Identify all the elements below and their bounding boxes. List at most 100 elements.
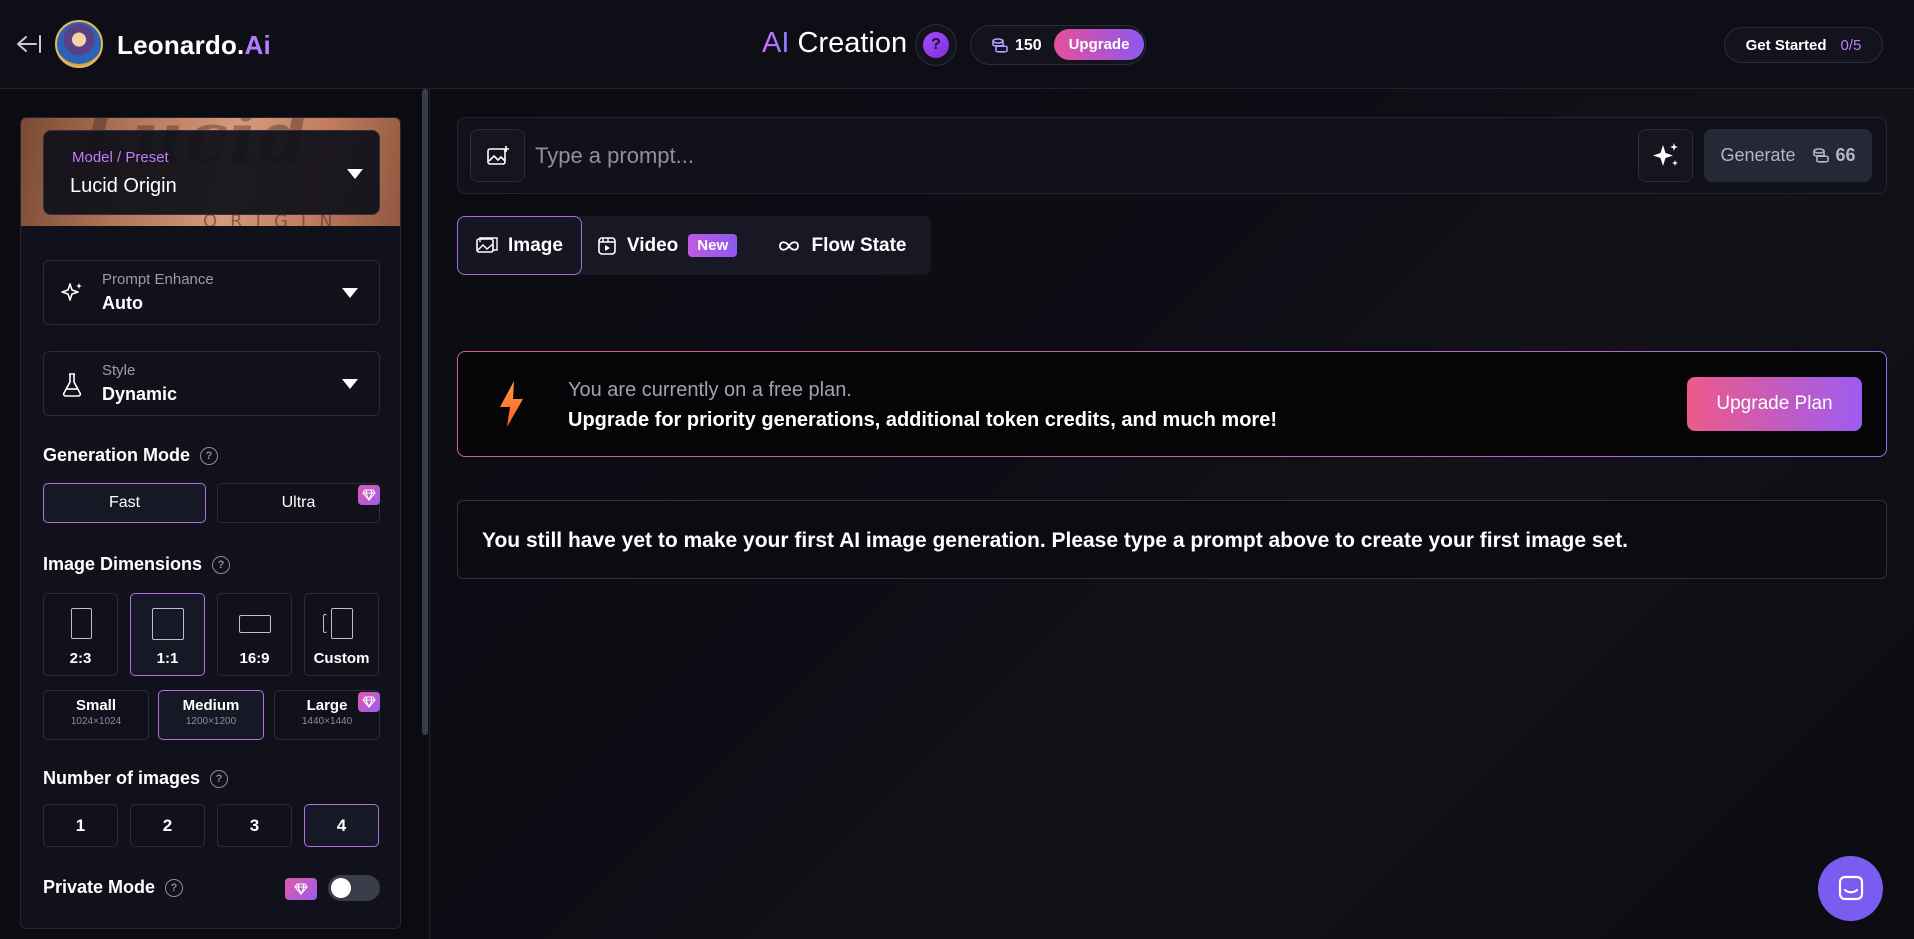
image-prompt-button[interactable] xyxy=(470,129,525,182)
generate-cost: 66 xyxy=(1812,145,1856,166)
generate-label: Generate xyxy=(1720,145,1796,165)
get-started-label: Get Started xyxy=(1745,36,1827,54)
plan-banner-line1: You are currently on a free plan. xyxy=(568,379,852,401)
generation-mode-title: Generation Mode ? xyxy=(43,445,219,466)
token-count: 150 xyxy=(1015,37,1042,54)
size-small-dims: 1024×1024 xyxy=(70,716,122,727)
prompt-input[interactable] xyxy=(535,136,1535,176)
help-button[interactable]: ? xyxy=(915,24,957,66)
model-preset-label: Model / Preset xyxy=(72,149,169,166)
brand-name[interactable]: Leonardo.Ai xyxy=(117,30,271,61)
generate-button[interactable]: Generate 66 xyxy=(1704,129,1872,182)
info-icon[interactable]: ? xyxy=(210,769,229,788)
flask-icon xyxy=(62,373,82,397)
ratio-16-9-icon xyxy=(239,615,271,633)
private-mode-toggle[interactable] xyxy=(328,875,380,901)
new-badge: New xyxy=(688,234,738,257)
number-of-images-title: Number of images ? xyxy=(43,768,229,789)
info-icon[interactable]: ? xyxy=(165,878,184,897)
ratio-1-1-button[interactable]: 1:1 xyxy=(130,593,205,676)
image-icon xyxy=(476,236,498,253)
upgrade-button[interactable]: Upgrade xyxy=(1054,29,1144,60)
bolt-icon xyxy=(500,381,523,427)
info-icon[interactable]: ? xyxy=(212,555,231,574)
ratio-2-3-label: 2:3 xyxy=(69,650,92,667)
prompt-enhance-label: Prompt Enhance xyxy=(102,271,214,288)
ratio-custom-icon xyxy=(331,608,353,639)
creation-tabs: Image Video New Flow State xyxy=(457,216,931,275)
size-small-button[interactable]: Small 1024×1024 xyxy=(43,690,149,740)
style-select[interactable]: Style Dynamic xyxy=(43,351,380,416)
chat-icon xyxy=(1838,875,1863,900)
tab-video[interactable]: Video New xyxy=(582,216,752,275)
collapse-sidebar-button[interactable] xyxy=(12,32,42,56)
tab-image[interactable]: Image xyxy=(457,216,582,275)
ratio-1-1-label: 1:1 xyxy=(156,650,179,667)
gem-icon xyxy=(285,878,317,900)
model-banner-image: Lucid ORIGIN Model / Preset Lucid Origin xyxy=(21,118,400,226)
num-images-4-button[interactable]: 4 xyxy=(304,804,379,847)
chevron-down-icon xyxy=(342,379,358,389)
style-value: Dynamic xyxy=(102,384,178,404)
sidebar-divider xyxy=(429,89,430,939)
size-small-label: Small xyxy=(75,697,117,714)
sparkle-icon xyxy=(61,283,82,301)
get-started-button[interactable]: Get Started 0/5 xyxy=(1724,27,1883,63)
chevron-down-icon xyxy=(347,169,363,179)
brand-logo-avatar[interactable] xyxy=(55,20,103,68)
tab-flow-state-label: Flow State xyxy=(811,234,907,256)
prompt-enhance-value: Auto xyxy=(102,293,143,313)
chevron-down-icon xyxy=(342,288,358,298)
style-label: Style xyxy=(102,362,136,379)
get-started-progress: 0/5 xyxy=(1840,36,1862,54)
ratio-1-1-icon xyxy=(152,608,184,640)
empty-state-message: You still have yet to make your first AI… xyxy=(482,529,1629,552)
size-medium-label: Medium xyxy=(182,697,240,714)
num-images-1-button[interactable]: 1 xyxy=(43,804,118,847)
enhance-prompt-button[interactable] xyxy=(1638,129,1693,182)
generate-cost-value: 66 xyxy=(1835,145,1856,165)
support-chat-button[interactable] xyxy=(1818,856,1883,921)
settings-sidebar: Lucid ORIGIN Model / Preset Lucid Origin… xyxy=(20,117,401,929)
mode-ultra-button[interactable]: Ultra xyxy=(217,483,380,523)
size-large-dims: 1440×1440 xyxy=(301,716,353,727)
info-icon[interactable]: ? xyxy=(200,446,219,465)
gem-icon xyxy=(358,692,380,712)
model-preset-select[interactable]: Model / Preset Lucid Origin xyxy=(43,130,380,215)
image-dimensions-title: Image Dimensions ? xyxy=(43,554,231,575)
private-mode-title: Private Mode ? xyxy=(43,877,184,898)
mode-fast-button[interactable]: Fast xyxy=(43,483,206,523)
num-images-2-button[interactable]: 2 xyxy=(130,804,205,847)
tab-image-label: Image xyxy=(508,234,563,256)
help-icon: ? xyxy=(923,32,949,58)
toggle-knob xyxy=(331,878,351,898)
gem-icon xyxy=(358,485,380,505)
size-medium-button[interactable]: Medium 1200×1200 xyxy=(158,690,264,740)
video-icon xyxy=(598,236,616,255)
free-plan-banner: You are currently on a free plan. Upgrad… xyxy=(457,351,1887,457)
ratio-custom-edge xyxy=(323,614,327,633)
size-medium-dims: 1200×1200 xyxy=(185,716,237,727)
prompt-bar: Generate 66 xyxy=(457,117,1887,194)
ratio-16-9-label: 16:9 xyxy=(239,650,270,667)
image-add-icon xyxy=(486,145,509,165)
ratio-2-3-icon xyxy=(71,608,92,639)
upgrade-plan-button[interactable]: Upgrade Plan xyxy=(1687,377,1862,431)
coin-stack-icon xyxy=(992,38,1008,53)
mode-ultra-label: Ultra xyxy=(281,494,316,511)
top-header: Leonardo.Ai AI Creation ? 150 Upgrade Ge… xyxy=(0,0,1914,89)
sidebar-scrollbar[interactable] xyxy=(422,89,428,735)
ratio-custom-button[interactable]: Custom xyxy=(304,593,379,676)
ratio-2-3-button[interactable]: 2:3 xyxy=(43,593,118,676)
model-preset-value: Lucid Origin xyxy=(70,175,177,197)
coin-stack-icon xyxy=(1812,147,1829,163)
num-images-3-button[interactable]: 3 xyxy=(217,804,292,847)
prompt-enhance-select[interactable]: Prompt Enhance Auto xyxy=(43,260,380,325)
tab-video-label: Video xyxy=(626,234,679,256)
ratio-custom-label: Custom xyxy=(313,650,370,667)
ratio-16-9-button[interactable]: 16:9 xyxy=(217,593,292,676)
back-arrow-icon xyxy=(17,35,41,53)
empty-state-box: You still have yet to make your first AI… xyxy=(457,500,1887,579)
tab-flow-state[interactable]: Flow State xyxy=(757,216,927,275)
sparkle-icon xyxy=(1652,142,1678,166)
